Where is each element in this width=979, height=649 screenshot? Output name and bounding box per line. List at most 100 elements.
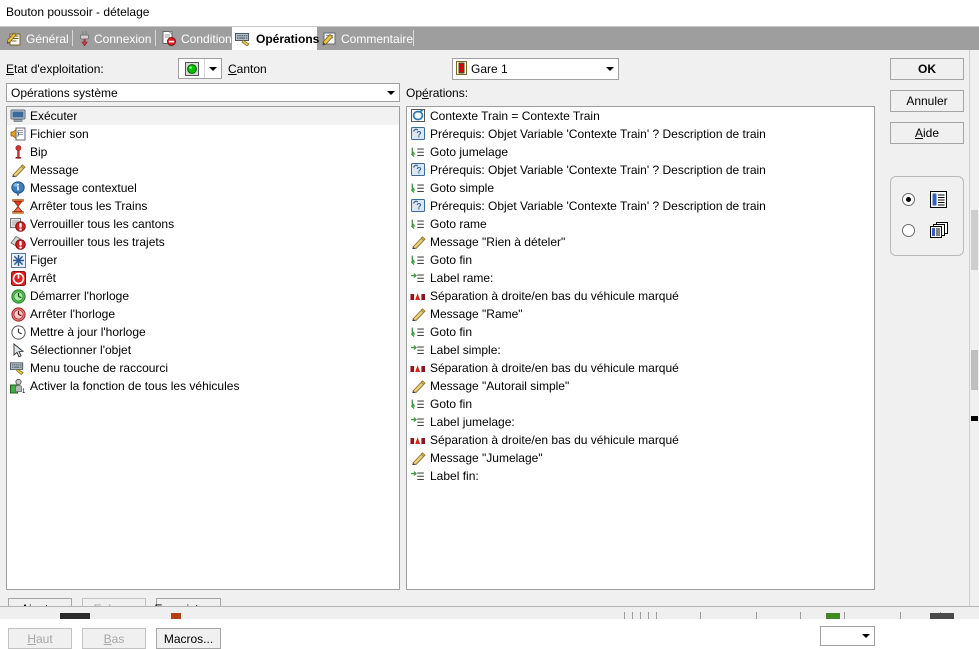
list-item[interactable]: Arrêter l'horloge [7,305,399,323]
strip-blob [60,613,90,619]
list-item[interactable]: Label fin: [407,467,874,485]
stop-icon [10,270,26,286]
bottom-combo-arrow[interactable] [858,627,874,645]
operation-category-value: Opérations système [11,85,118,100]
list-item[interactable]: Mettre à jour l'horloge [7,323,399,341]
tile-view-icon[interactable] [930,222,949,242]
list-item-label: Message "Rien à dételer" [430,235,566,249]
ok-label: OK [918,62,936,76]
canton-combo[interactable]: Gare 1 [452,58,619,80]
list-item[interactable]: Goto jumelage [407,143,874,161]
list-item[interactable]: Goto rame [407,215,874,233]
list-item[interactable]: ? Prérequis: Objet Variable 'Contexte Tra… [407,197,874,215]
list-item[interactable]: Message contextuel [7,179,399,197]
scrollbar-thumb[interactable] [971,210,978,270]
list-item-label: Séparation à droite/en bas du véhicule m… [430,433,679,447]
list-item-label: Contexte Train = Contexte Train [430,109,600,123]
list-view-icon[interactable] [930,191,947,211]
tab-commentaire[interactable]: Commentaire [319,27,415,50]
properties-icon [7,31,22,46]
list-item[interactable]: Goto simple [407,179,874,197]
background-app-strip [0,606,979,619]
list-item[interactable]: Arrêter tous les Trains [7,197,399,215]
tab-oprations[interactable]: Opérations [232,27,319,50]
tab-condition[interactable]: Condition [159,27,237,50]
lock-route-icon [10,234,26,250]
list-item[interactable]: Message [7,161,399,179]
list-item[interactable]: Message "Autorail simple" [407,377,874,395]
help-button[interactable]: Aide [890,122,964,144]
operation-category-combo[interactable]: Opérations système [6,83,400,102]
list-item[interactable]: Séparation à droite/en bas du véhicule m… [407,431,874,449]
list-item[interactable]: Message "Rame" [407,305,874,323]
list-item[interactable]: Exécuter [7,107,399,125]
background-window-scrollbar[interactable] [969,50,979,606]
label-icon [410,342,426,358]
chevron-down-icon [387,90,395,95]
list-item[interactable]: ? Prérequis: Objet Variable 'Contexte Tra… [407,125,874,143]
radio-list-view[interactable] [902,193,915,206]
goto-icon [410,396,426,412]
scrollbar-thumb-2[interactable] [971,350,978,390]
tab-label: Condition [181,31,232,46]
operations-list[interactable]: Contexte Train = Contexte Train ? Prérequi… [406,106,875,590]
list-item[interactable]: Message "Rien à dételer" [407,233,874,251]
list-item[interactable]: Label rame: [407,269,874,287]
cursor-icon [10,342,26,358]
tab-label: Connexion [94,31,152,46]
list-item[interactable]: Séparation à droite/en bas du véhicule m… [407,359,874,377]
list-item[interactable]: Démarrer l'horloge [7,287,399,305]
operation-category-arrow[interactable] [383,84,399,101]
list-item-label: Démarrer l'horloge [30,289,129,303]
canton-arrow[interactable] [602,59,618,79]
list-item-label: Verrouiller tous les trajets [30,235,165,249]
list-item[interactable]: Goto fin [407,395,874,413]
bottom-combo[interactable] [820,626,875,646]
etat-exploitation-combo[interactable] [178,58,222,79]
vehicle-func-icon: 1 [10,378,26,394]
svg-text:?: ? [416,129,422,139]
keyboard-icon [235,32,252,46]
list-item[interactable]: Figer [7,251,399,269]
cancel-button[interactable]: Annuler [890,90,964,112]
list-item[interactable]: Label simple: [407,341,874,359]
list-item[interactable]: Goto fin [407,251,874,269]
clock-start-icon [10,288,26,304]
view-mode-group [890,176,964,256]
list-item[interactable]: ? Prérequis: Objet Variable 'Contexte Tra… [407,161,874,179]
pencil-icon [410,378,426,394]
list-item-label: Exécuter [30,109,78,123]
radio-tile-view[interactable] [902,224,915,237]
svg-text:?: ? [416,201,422,211]
list-item[interactable]: Menu touche de raccourci [7,359,399,377]
list-item[interactable]: Arrêt [7,269,399,287]
bas-button[interactable]: Bas [82,628,146,649]
list-item[interactable]: Verrouiller tous les cantons [7,215,399,233]
etat-exploitation-arrow[interactable] [204,59,221,78]
goto-icon [410,180,426,196]
list-item-label: Activer la fonction de tous les véhicule… [30,379,240,393]
list-item[interactable]: Sélectionner l'objet [7,341,399,359]
variable-icon [410,108,426,124]
haut-button[interactable]: Haut [8,628,72,649]
system-operations-list[interactable]: Exécuter Fichier son Bip Message Message con… [6,106,400,590]
list-item[interactable]: 1 Activer la fonction de tous les véhicul… [7,377,399,395]
list-item[interactable]: Label jumelage: [407,413,874,431]
list-item[interactable]: Verrouiller tous les trajets [7,233,399,251]
tab-label: Commentaire [341,31,414,46]
list-item[interactable]: Message "Jumelage" [407,449,874,467]
macros-button[interactable]: Macros... [156,628,221,649]
list-item[interactable]: Goto fin [407,323,874,341]
chevron-down-icon [606,67,614,71]
ok-button[interactable]: OK [890,58,964,80]
pencil-icon [410,234,426,250]
separation-icon [410,432,426,448]
list-item[interactable]: Contexte Train = Contexte Train [407,107,874,125]
tab-connexion[interactable]: Connexion [76,27,157,50]
list-item-label: Séparation à droite/en bas du véhicule m… [430,289,679,303]
tab-gnral[interactable]: Général [4,27,74,50]
list-item-label: Message [30,163,79,177]
list-item[interactable]: Bip [7,143,399,161]
list-item[interactable]: Fichier son [7,125,399,143]
list-item[interactable]: Séparation à droite/en bas du véhicule m… [407,287,874,305]
